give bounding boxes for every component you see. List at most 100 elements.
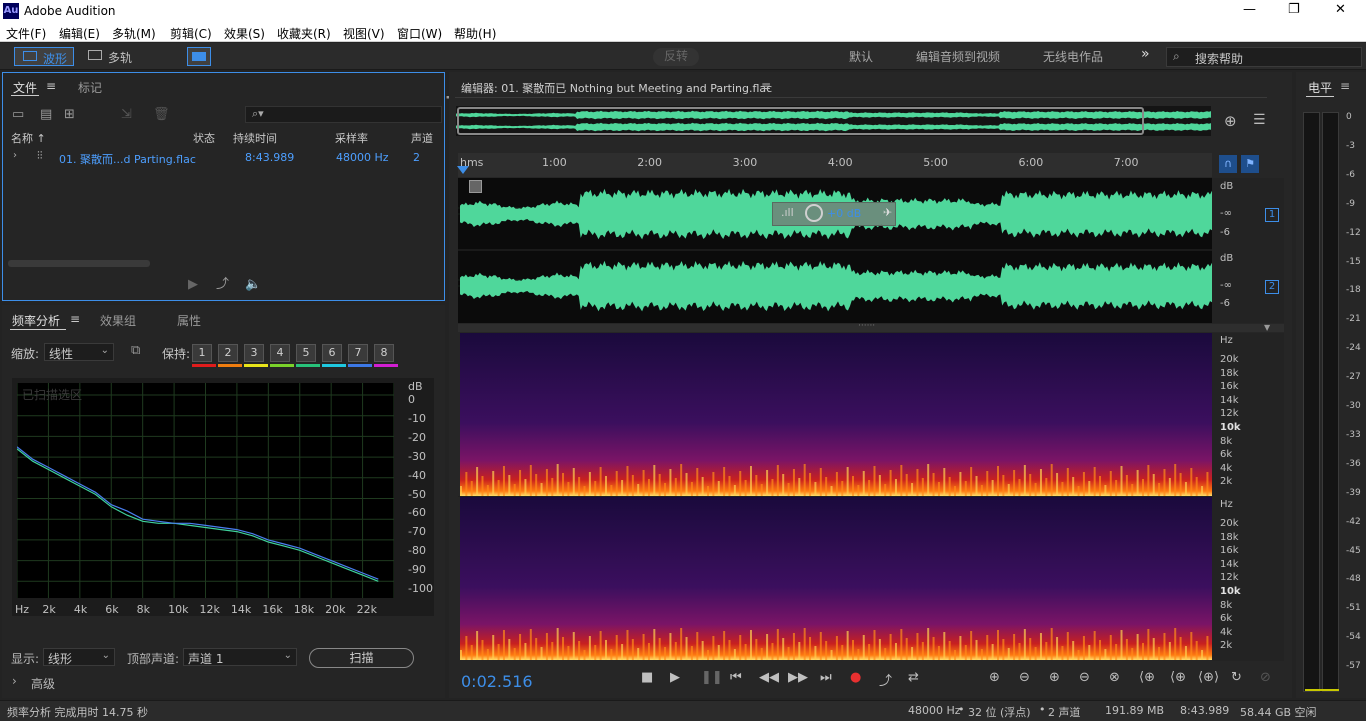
play-icon[interactable]: ▶ xyxy=(670,670,680,685)
hud-gain[interactable]: .ıll +0 dB ✈ xyxy=(772,202,896,226)
tab-effects-rack[interactable]: 效果组 xyxy=(100,312,136,329)
skip-to-start-icon[interactable]: ⏮ xyxy=(730,670,742,685)
tab-markers[interactable]: 标记 xyxy=(78,79,102,96)
rewind-icon[interactable]: ◀◀ xyxy=(759,670,779,685)
keep-slot-8[interactable]: 8 xyxy=(374,344,394,362)
keep-slot-1[interactable]: 1 xyxy=(192,344,212,362)
frequency-graph[interactable] xyxy=(17,383,394,598)
tab-frequency-analysis[interactable]: 频率分析 xyxy=(12,312,60,329)
marker-icon[interactable]: ⚑ xyxy=(1241,155,1259,173)
overview-viewport[interactable] xyxy=(457,107,1144,135)
overview-settings-icon[interactable]: ☰ xyxy=(1253,112,1266,128)
tab-files[interactable]: 文件 xyxy=(13,79,37,96)
display-select[interactable]: 线形 ⌄ xyxy=(43,648,115,666)
zoom-in-at-end-icon[interactable]: ⟨⊕ xyxy=(1170,670,1186,685)
menu-favorites[interactable]: 收藏夹(R) xyxy=(277,25,331,42)
lock-to-play-icon[interactable]: ⧉ xyxy=(131,343,140,359)
menu-help[interactable]: 帮助(H) xyxy=(454,25,496,42)
col-sample-rate[interactable]: 采样率 xyxy=(335,130,368,146)
files-panel-menu-icon[interactable]: ≡ xyxy=(46,79,56,93)
loop-playback-icon[interactable]: ⤴ xyxy=(879,670,892,689)
multitrack-mode-button[interactable]: 多轨 xyxy=(80,47,146,66)
advanced-label[interactable]: 高级 xyxy=(31,675,55,692)
minimize-button[interactable]: — xyxy=(1243,2,1256,17)
gain-knob-icon[interactable] xyxy=(805,204,823,222)
keep-slot-3[interactable]: 3 xyxy=(244,344,264,362)
zoom-in-amplitude-icon[interactable]: ⊕ xyxy=(989,670,1000,685)
pin-icon[interactable]: ✈ xyxy=(883,206,892,219)
workspace-edit-audio-to-video[interactable]: 编辑音频到视频 xyxy=(916,48,1000,65)
skip-selection-icon[interactable]: ⇄ xyxy=(908,670,919,685)
top-channel-select[interactable]: 声道 1 ⌄ xyxy=(183,648,297,666)
col-duration[interactable]: 持续时间 xyxy=(233,130,277,146)
files-search-input[interactable]: ⌕▾ xyxy=(245,106,442,123)
workspace-radio-production[interactable]: 无线电作品 xyxy=(1043,48,1103,65)
menu-multitrack[interactable]: 多轨(M) xyxy=(112,25,156,42)
tab-properties[interactable]: 属性 xyxy=(177,312,201,329)
zoom-in-at-start-icon[interactable]: ⟨⊕ xyxy=(1139,670,1155,685)
maximize-button[interactable]: ❐ xyxy=(1288,2,1300,17)
snap-icon[interactable]: ∩ xyxy=(1219,155,1237,173)
insert-into-multitrack-icon[interactable]: ⇲ xyxy=(121,107,132,123)
time-display[interactable]: 0:02.516 xyxy=(461,672,533,691)
menu-clip[interactable]: 剪辑(C) xyxy=(170,25,212,42)
advanced-expand-icon[interactable]: › xyxy=(12,674,17,688)
menu-effects[interactable]: 效果(S) xyxy=(224,25,265,42)
waveform-mode-button[interactable]: 波形 xyxy=(14,47,74,66)
waveform-display[interactable] xyxy=(458,178,1212,323)
keep-slot-6[interactable]: 6 xyxy=(322,344,342,362)
spectral-frequency-display-button[interactable] xyxy=(187,47,211,66)
open-file-icon[interactable]: ▭ xyxy=(12,107,24,123)
mini-thumbnail-icon[interactable] xyxy=(469,180,482,193)
close-button[interactable]: ✕ xyxy=(1335,2,1346,17)
stop-icon[interactable]: ■ xyxy=(641,670,653,685)
pause-icon[interactable]: ❚❚ xyxy=(701,670,723,685)
zoom-out-time-icon[interactable]: ⊖ xyxy=(1079,670,1090,685)
workspace-default[interactable]: 默认 xyxy=(849,48,873,65)
col-status[interactable]: 状态 xyxy=(193,130,215,146)
zoom-history-icon[interactable]: ↻ xyxy=(1231,670,1242,685)
menu-file[interactable]: 文件(F) xyxy=(6,25,46,42)
files-horizontal-scrollbar[interactable] xyxy=(8,260,150,267)
keep-slot-7[interactable]: 7 xyxy=(348,344,368,362)
scan-button[interactable]: 扫描 xyxy=(309,648,414,668)
new-file-icon[interactable]: ⊞ xyxy=(64,107,75,123)
channel-1-button[interactable]: 1 xyxy=(1265,208,1279,222)
level-meter-menu-icon[interactable]: ≡ xyxy=(1340,79,1350,93)
menu-window[interactable]: 窗口(W) xyxy=(397,25,442,42)
record-icon[interactable]: ● xyxy=(850,670,861,685)
import-file-icon[interactable]: ▤ xyxy=(40,107,52,123)
zoom-navigator-icon[interactable]: ⊕ xyxy=(1224,112,1237,130)
keep-slot-2[interactable]: 2 xyxy=(218,344,238,362)
autoplay-speaker-icon[interactable]: 🔈 xyxy=(245,277,261,293)
col-name[interactable]: 名称 ↑ xyxy=(11,130,46,146)
table-row[interactable]: › ⫶⫶ 01. 聚散而...d Parting.flac 8:43.989 4… xyxy=(3,149,444,166)
loop-file-icon[interactable]: ⤴ xyxy=(216,277,229,293)
play-file-icon[interactable]: ▶ xyxy=(188,277,198,293)
spectral-display[interactable] xyxy=(458,333,1212,661)
zoom-in-time-icon[interactable]: ⊕ xyxy=(1049,670,1060,685)
spectral-burst xyxy=(674,478,677,496)
fast-forward-icon[interactable]: ▶▶ xyxy=(788,670,808,685)
workspaces-more-icon[interactable]: » xyxy=(1141,46,1150,62)
reverse-button[interactable]: 反转 xyxy=(653,48,699,66)
search-help-field[interactable]: ⌕ 搜索帮助 xyxy=(1166,47,1362,67)
zoom-reset-icon[interactable]: ⊘ xyxy=(1260,670,1271,685)
zoom-select[interactable]: 线性 ⌄ xyxy=(44,343,114,361)
editor-menu-icon[interactable]: ≡ xyxy=(761,79,771,93)
skip-to-end-icon[interactable]: ⏭ xyxy=(820,670,832,685)
zoom-out-amplitude-icon[interactable]: ⊖ xyxy=(1019,670,1030,685)
menu-view[interactable]: 视图(V) xyxy=(343,25,385,42)
spectral-splitter[interactable]: ······ ▼ xyxy=(458,321,1284,332)
freq-panel-menu-icon[interactable]: ≡ xyxy=(70,312,80,326)
zoom-to-selection-icon[interactable]: ⟨⊕⟩ xyxy=(1198,670,1219,685)
playhead-marker[interactable] xyxy=(457,166,469,174)
col-channels[interactable]: 声道 xyxy=(411,130,433,146)
channel-2-button[interactable]: 2 xyxy=(1265,280,1279,294)
delete-file-icon[interactable]: 🗑 xyxy=(153,107,170,123)
zoom-out-full-icon[interactable]: ⊗ xyxy=(1109,670,1120,685)
row-expand-icon[interactable]: › xyxy=(13,150,17,161)
keep-slot-5[interactable]: 5 xyxy=(296,344,316,362)
keep-slot-4[interactable]: 4 xyxy=(270,344,290,362)
menu-edit[interactable]: 编辑(E) xyxy=(59,25,100,42)
